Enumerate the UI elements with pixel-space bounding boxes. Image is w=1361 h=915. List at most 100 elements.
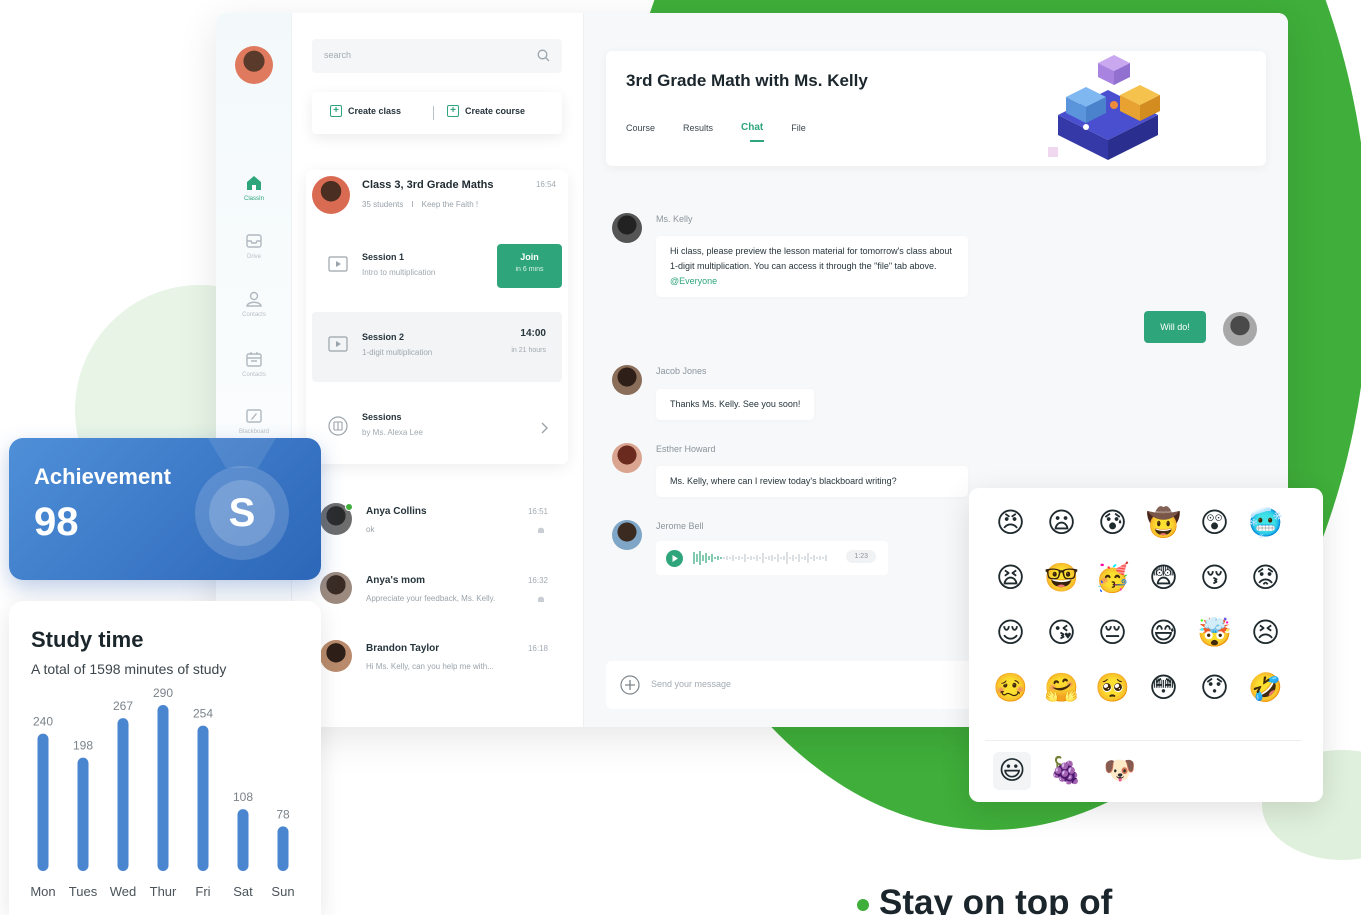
class-card[interactable]: Class 3, 3rd Grade Maths 16:54 35 studen… xyxy=(306,170,568,464)
user-icon xyxy=(246,291,262,307)
emoji-item[interactable]: 😯 xyxy=(1189,671,1240,726)
create-course-label: Create course xyxy=(465,106,526,116)
emoji-category-tab[interactable]: 😃 xyxy=(993,752,1031,790)
emoji-item[interactable]: 😫 xyxy=(985,561,1036,616)
list-item[interactable]: Anya Collins ok 16:51 xyxy=(320,503,560,553)
class-motto: Keep the Faith ! xyxy=(421,200,479,209)
sender-name: Jerome Bell xyxy=(656,521,704,531)
sidebar-item-label: Contacts xyxy=(242,312,266,318)
data-label: 78 xyxy=(276,807,290,821)
search-icon[interactable] xyxy=(537,49,550,62)
tab-chat[interactable]: Chat xyxy=(741,122,765,142)
list-item[interactable]: Brandon Taylor Hi Ms. Kelly, can you hel… xyxy=(320,640,560,690)
emoji-item[interactable]: 😲 xyxy=(1189,506,1240,561)
emoji-item[interactable]: 😘 xyxy=(1036,616,1087,671)
emoji-item[interactable]: 🤣 xyxy=(1240,671,1291,726)
sidebar-item-classin[interactable]: ClassIn xyxy=(216,175,292,202)
mention-link[interactable]: @Everyone xyxy=(670,276,717,286)
avatar xyxy=(1223,312,1257,346)
sidebar-item-label: Drive xyxy=(246,254,261,260)
emoji-item[interactable]: 🥴 xyxy=(985,671,1036,726)
emoji-item[interactable]: 🤗 xyxy=(1036,671,1087,726)
home-icon xyxy=(247,176,261,190)
session-time: 14:00 xyxy=(520,328,546,339)
inbox-icon xyxy=(246,234,262,248)
sidebar-item-schedule[interactable]: Contacts xyxy=(216,351,292,378)
bar-sat xyxy=(237,809,249,871)
category-label: Fri xyxy=(195,884,210,899)
sidebar-item-label: Blackboard xyxy=(238,429,270,435)
emoji-item[interactable]: 🥺 xyxy=(1087,671,1138,726)
sidebar-item-contacts[interactable]: Contacts xyxy=(216,291,292,318)
sessions-link[interactable]: Sessions by Ms. Alexa Lee xyxy=(312,392,562,462)
join-button[interactable]: Join in 6 mins xyxy=(497,244,562,288)
emoji-item[interactable]: 😰 xyxy=(1087,506,1138,561)
emoji-item[interactable]: 😠 xyxy=(985,506,1036,561)
list-item[interactable]: Anya's mom Appreciate your feedback, Ms.… xyxy=(320,572,560,622)
contact-name: Brandon Taylor xyxy=(366,643,440,654)
emoji-item[interactable]: 😨 xyxy=(1138,561,1189,616)
emoji-item[interactable]: 🤠 xyxy=(1138,506,1189,561)
contact-message: Hi Ms. Kelly, can you help me with... xyxy=(366,662,494,671)
contact-time: 16:32 xyxy=(527,576,548,585)
session-subtitle: 1-digit multiplication xyxy=(362,348,433,357)
contact-time: 16:18 xyxy=(527,644,548,653)
emoji-item[interactable]: 😟 xyxy=(1240,561,1291,616)
emoji-item[interactable]: 😣 xyxy=(1240,616,1291,671)
medal-icon: S xyxy=(195,466,289,560)
emoji-item[interactable]: 🥶 xyxy=(1240,506,1291,561)
avatar xyxy=(612,213,642,243)
session-title: Session 1 xyxy=(362,252,405,262)
session-row[interactable]: Session 1 Intro to multiplication Join i… xyxy=(312,232,562,302)
emoji-category-tab[interactable]: 🐶 xyxy=(1101,752,1139,790)
session-row[interactable]: Session 2 1-digit multiplication 14:00 i… xyxy=(312,312,562,382)
chat-header: 3rd Grade Math with Ms. Kelly Course Res… xyxy=(606,51,1266,166)
sender-name: Esther Howard xyxy=(656,444,716,454)
tab-file[interactable]: File xyxy=(791,123,806,134)
emoji-category-tabs: 😃 🍇 🐶 xyxy=(993,752,1139,790)
emoji-item[interactable]: 😚 xyxy=(1189,561,1240,616)
emoji-item[interactable]: 🥳 xyxy=(1087,561,1138,616)
conversation-list-panel: search + Create class + Create course Cl… xyxy=(292,13,584,727)
class-title: Class 3, 3rd Grade Maths xyxy=(362,179,494,191)
data-label: 254 xyxy=(193,707,213,721)
sidebar-item-drive[interactable]: Drive xyxy=(216,233,292,260)
contact-name: Anya's mom xyxy=(366,575,426,586)
sidebar-item-blackboard[interactable]: Blackboard xyxy=(216,408,292,435)
emoji-category-tab[interactable]: 🍇 xyxy=(1047,752,1085,790)
emoji-item[interactable]: 😳 xyxy=(1138,671,1189,726)
play-icon[interactable] xyxy=(666,550,683,567)
emoji-item[interactable]: 😔 xyxy=(1087,616,1138,671)
video-icon xyxy=(328,336,348,352)
avatar[interactable] xyxy=(235,46,273,84)
emoji-item[interactable]: 😅 xyxy=(1138,616,1189,671)
add-attachment-icon[interactable] xyxy=(620,675,640,695)
session-subtitle: by Ms. Alexa Lee xyxy=(362,428,423,437)
message-placeholder: Send your message xyxy=(651,679,732,689)
bar-sun xyxy=(277,826,289,871)
voice-message[interactable]: 1:23 xyxy=(656,541,888,575)
tab-course[interactable]: Course xyxy=(626,123,655,134)
search-placeholder: search xyxy=(324,50,352,60)
session-subtitle: Intro to multiplication xyxy=(362,268,436,277)
session-title: Sessions xyxy=(362,412,402,422)
achievement-card: Achievement 98 S xyxy=(9,438,321,580)
category-label: Wed xyxy=(110,884,137,899)
emoji-item[interactable]: 😌 xyxy=(985,616,1036,671)
my-message-bubble: Will do! xyxy=(1144,311,1206,343)
bar-mon xyxy=(37,733,49,871)
blackboard-icon xyxy=(246,409,262,423)
emoji-item[interactable]: 🤯 xyxy=(1189,616,1240,671)
tab-results[interactable]: Results xyxy=(683,123,713,134)
avatar xyxy=(612,365,642,395)
message-text: Ms. Kelly, where can I review today's bl… xyxy=(670,476,897,486)
emoji-picker: 😠 😦 😰 🤠 😲 🥶 😫 🤓 🥳 😨 😚 😟 😌 😘 😔 😅 🤯 😣 🥴 🤗 🥺 😳 😯 🤣 😃 🍇 🐶 xyxy=(969,488,1323,802)
category-label: Tues xyxy=(69,884,98,899)
create-course-button[interactable]: + Create course xyxy=(447,105,525,117)
search-input[interactable]: search xyxy=(312,39,562,73)
study-time-card: Study time A total of 1598 minutes of st… xyxy=(9,601,321,915)
create-class-button[interactable]: + Create class xyxy=(330,105,401,117)
emoji-item[interactable]: 🤓 xyxy=(1036,561,1087,616)
session-title: Session 2 xyxy=(362,332,405,342)
emoji-item[interactable]: 😦 xyxy=(1036,506,1087,561)
